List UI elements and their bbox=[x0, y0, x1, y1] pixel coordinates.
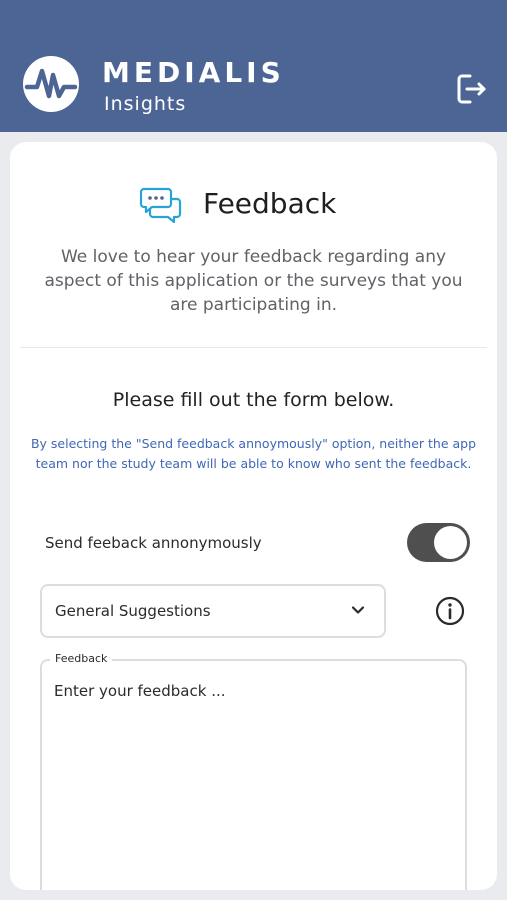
feedback-field-label: Feedback bbox=[50, 652, 113, 666]
feedback-card: Feedback We love to hear your feedback r… bbox=[10, 142, 497, 890]
category-selected-value: General Suggestions bbox=[55, 602, 211, 620]
feedback-textarea[interactable] bbox=[54, 681, 449, 890]
logout-button[interactable] bbox=[454, 72, 490, 106]
medialis-logo bbox=[23, 56, 79, 112]
anonymous-note: By selecting the "Send feedback annoymou… bbox=[30, 436, 477, 471]
page-title: Feedback bbox=[203, 187, 337, 220]
toggle-knob bbox=[434, 526, 467, 559]
info-button[interactable] bbox=[435, 596, 465, 626]
brand-subtitle: Insights bbox=[104, 93, 187, 115]
anonymous-toggle[interactable] bbox=[407, 523, 470, 562]
intro-description: We love to hear your feedback regarding … bbox=[44, 247, 463, 315]
anonymous-toggle-label: Send feeback annonymously bbox=[45, 534, 262, 552]
chat-bubbles-icon bbox=[139, 187, 183, 224]
info-icon bbox=[435, 596, 465, 626]
app-header: MEDIALIS Insights bbox=[0, 0, 507, 132]
form-heading: Please fill out the form below. bbox=[112, 389, 395, 411]
logout-icon bbox=[457, 74, 486, 104]
feedback-field: Feedback bbox=[40, 652, 467, 890]
category-select[interactable]: General Suggestions bbox=[40, 584, 386, 638]
heartbeat-icon bbox=[24, 68, 78, 99]
chevron-down-icon bbox=[351, 606, 365, 614]
brand-name: MEDIALIS bbox=[102, 56, 285, 89]
divider bbox=[20, 347, 487, 348]
